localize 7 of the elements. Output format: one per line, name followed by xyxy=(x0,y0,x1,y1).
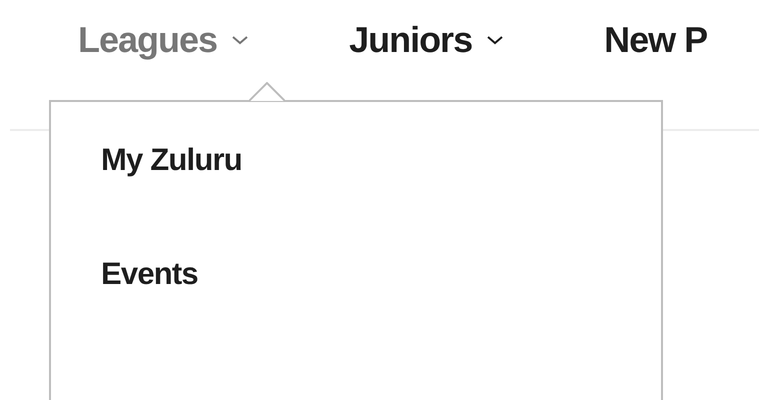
menu-item[interactable]: My Zuluru xyxy=(101,142,242,178)
nav-menu-item[interactable]: Leagues xyxy=(78,19,250,61)
nav-menu-item[interactable]: New P xyxy=(604,19,708,61)
chevron-down-icon xyxy=(486,34,504,46)
nav-menu-item[interactable]: Juniors xyxy=(349,19,504,61)
chevron-down-icon xyxy=(231,34,250,46)
menu-item[interactable]: Events xyxy=(101,256,198,292)
